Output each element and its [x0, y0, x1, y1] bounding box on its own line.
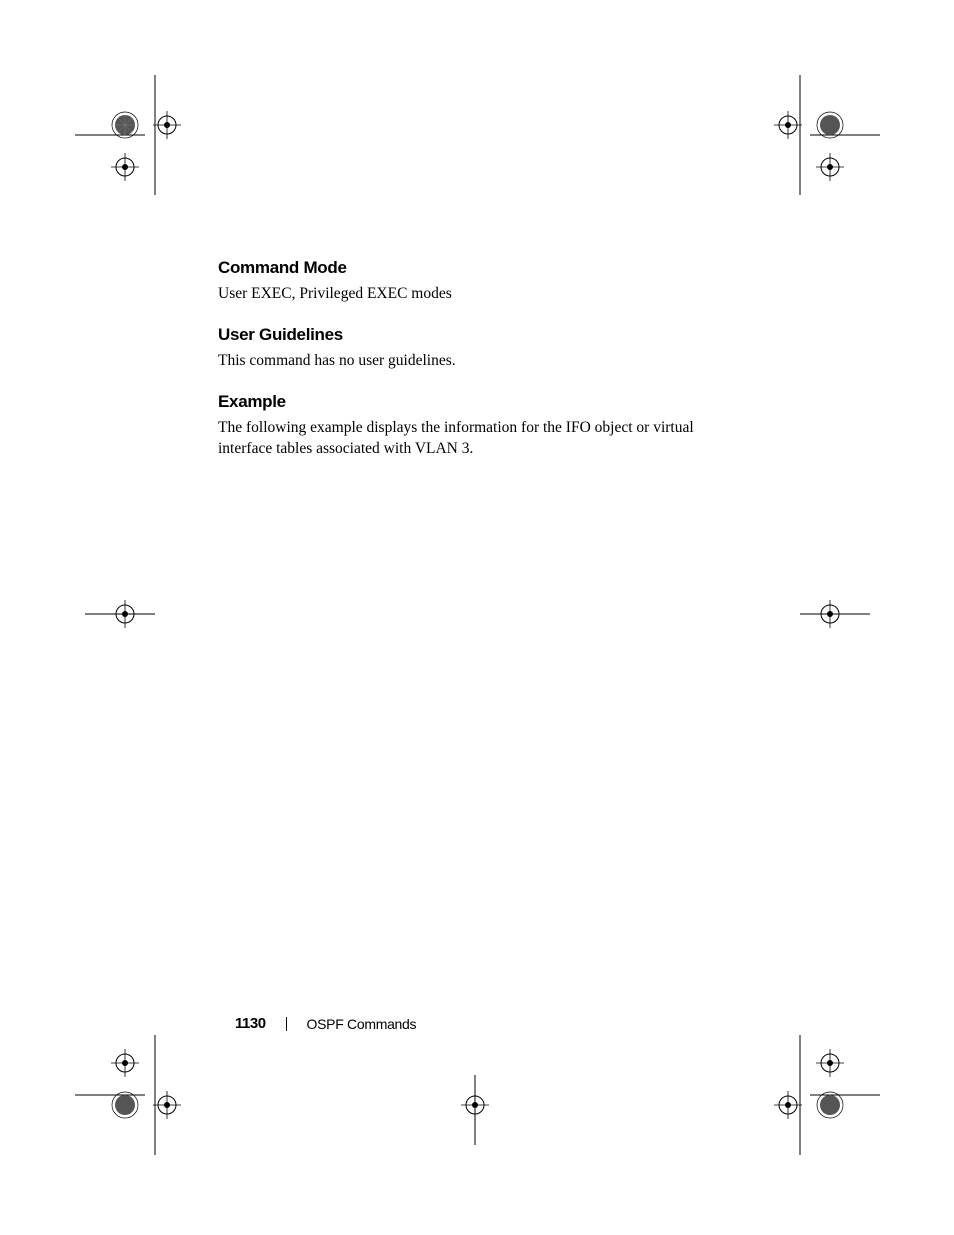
page-footer: 1130 OSPF Commands: [235, 1015, 416, 1032]
crop-mark-middle-left: [85, 594, 155, 634]
crop-mark-bottom-left: [75, 1035, 215, 1155]
example-heading: Example: [218, 392, 738, 412]
crop-mark-bottom-right: [740, 1035, 880, 1155]
user-guidelines-heading: User Guidelines: [218, 325, 738, 345]
command-mode-text: User EXEC, Privileged EXEC modes: [218, 284, 738, 305]
footer-divider: [286, 1017, 287, 1031]
example-text: The following example displays the infor…: [218, 418, 738, 460]
page-content: Command Mode User EXEC, Privileged EXEC …: [218, 258, 738, 480]
crop-mark-top-left: [75, 75, 215, 195]
crop-mark-top-right: [740, 75, 880, 195]
command-mode-heading: Command Mode: [218, 258, 738, 278]
crop-mark-middle-right: [800, 594, 870, 634]
crop-mark-bottom-center: [440, 1075, 510, 1145]
page-number: 1130: [235, 1015, 266, 1032]
footer-label: OSPF Commands: [307, 1016, 417, 1032]
user-guidelines-text: This command has no user guidelines.: [218, 351, 738, 372]
